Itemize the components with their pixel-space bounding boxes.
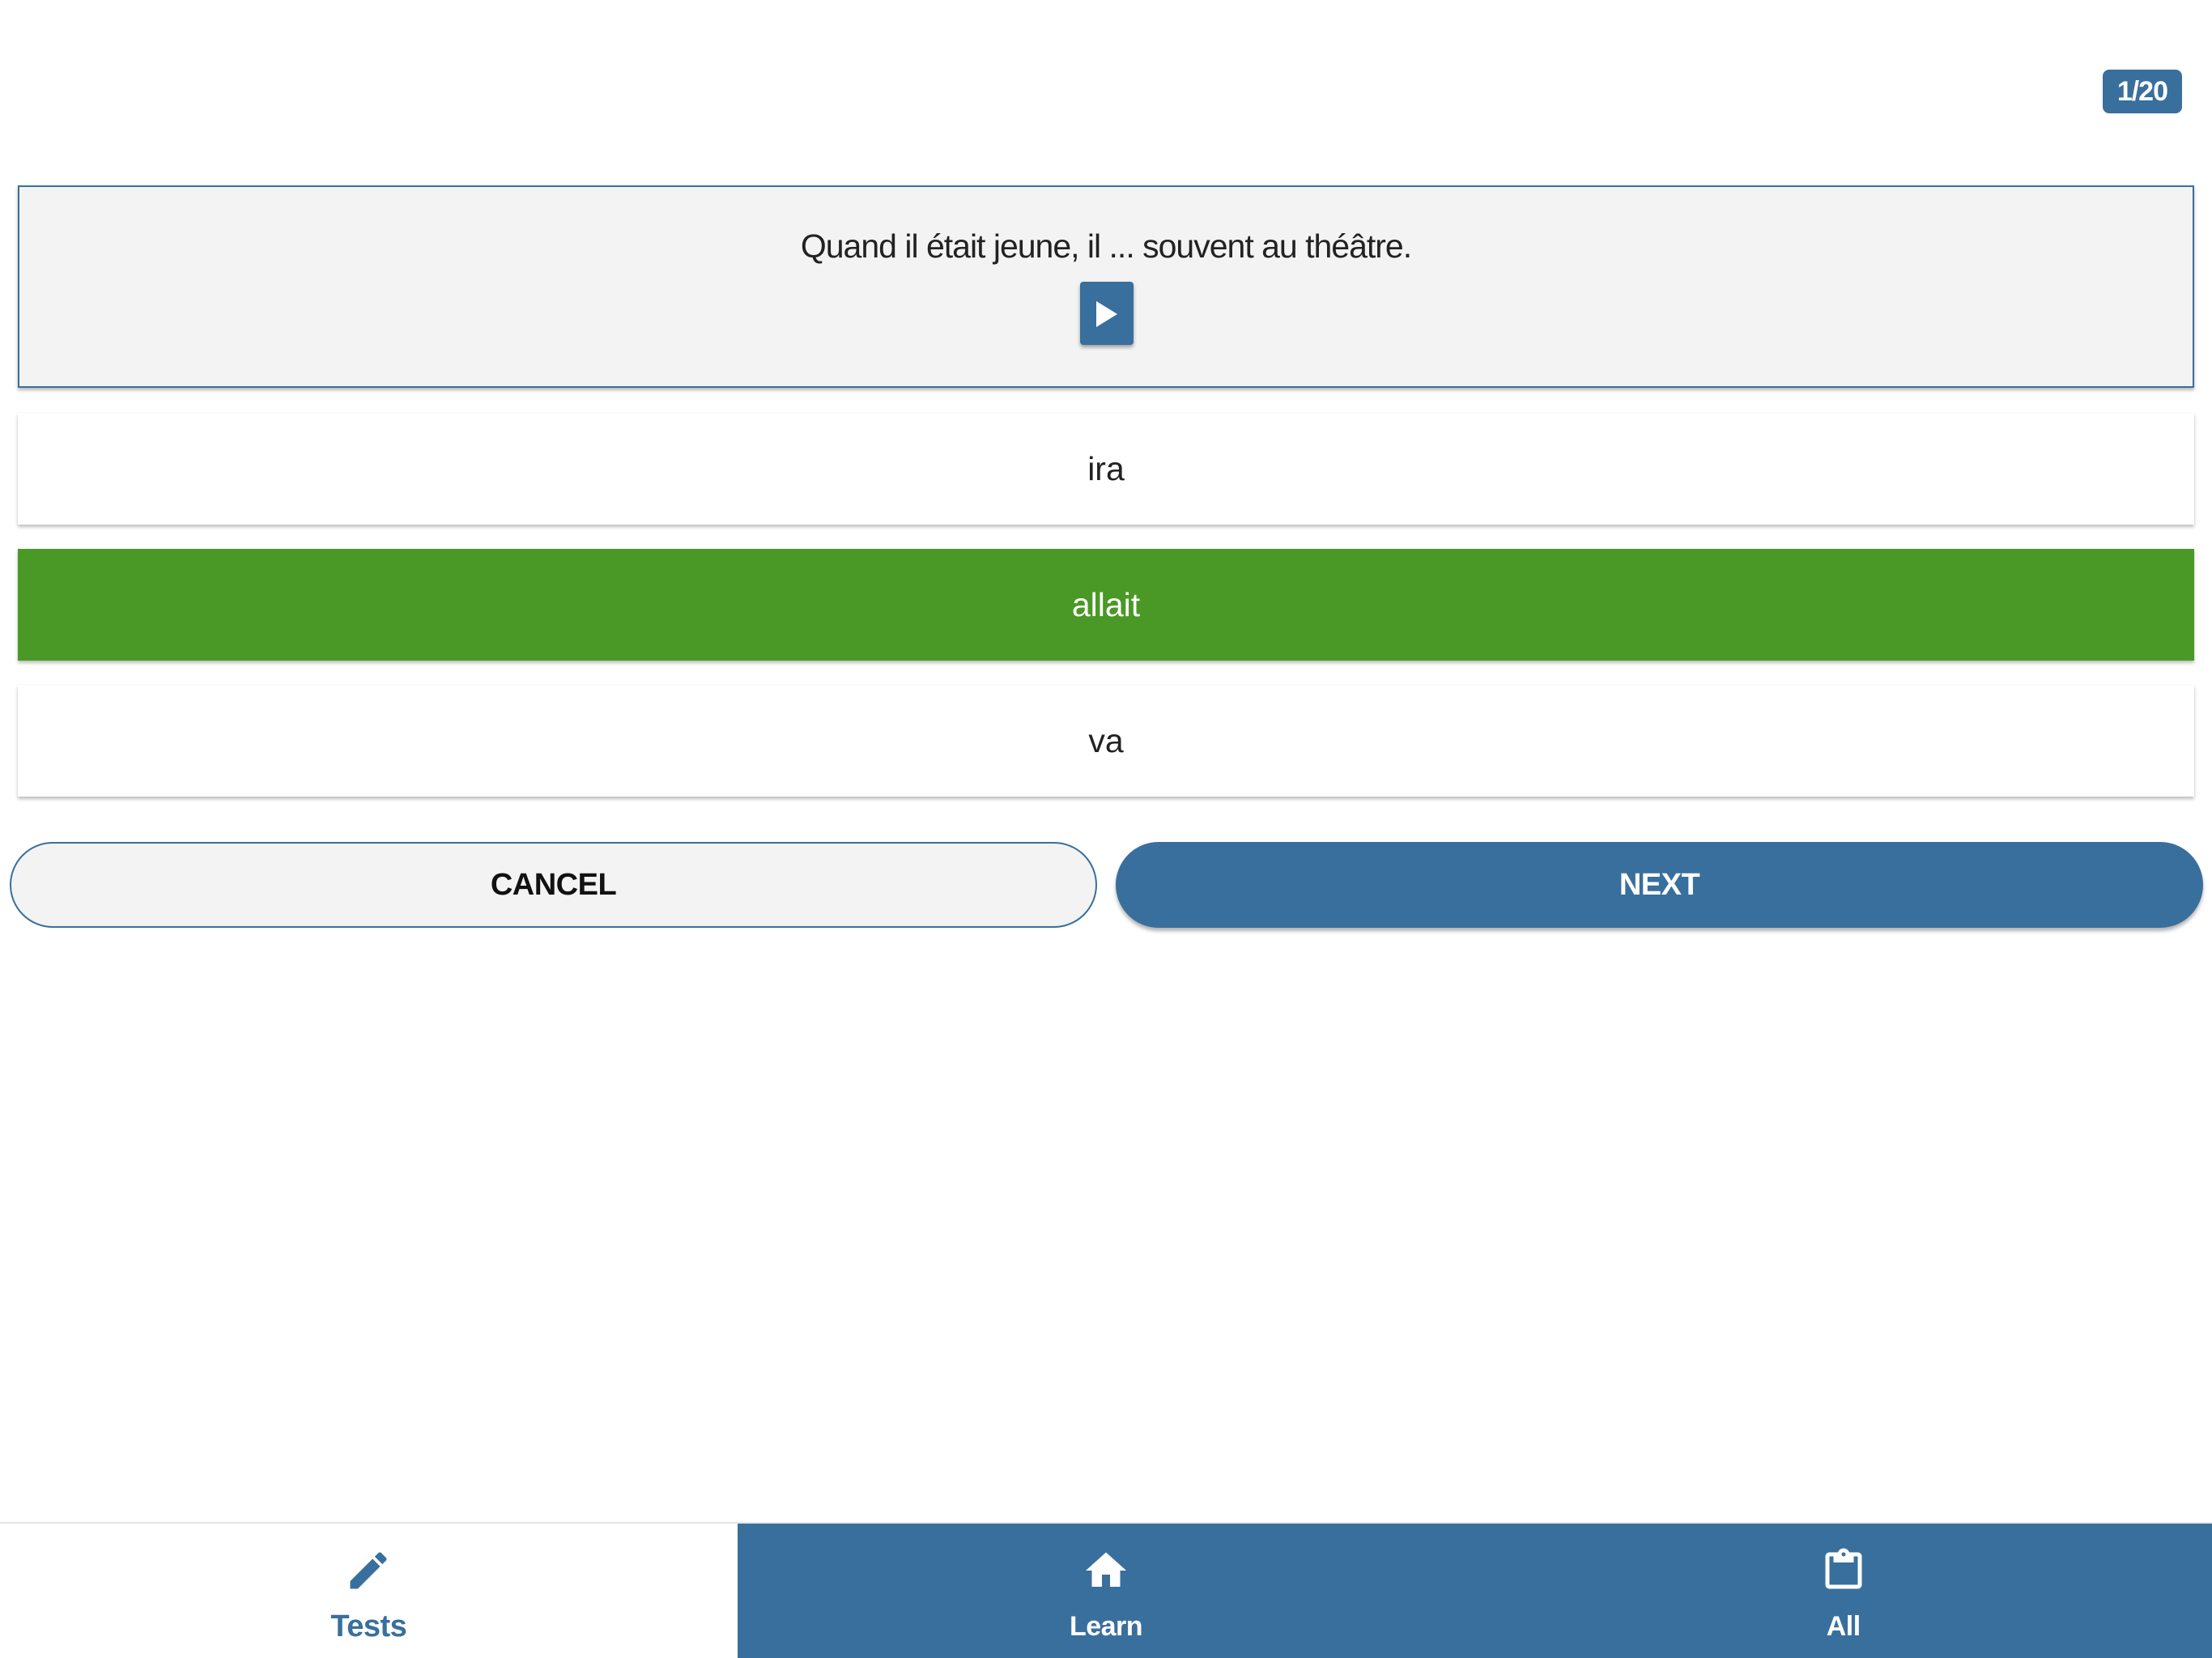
quiz-screen: 1/20 Quand il était jeune, il ... souven… (0, 0, 2212, 1658)
bottom-navigation: Tests Learn All (0, 1522, 2212, 1658)
tab-all[interactable]: All (1474, 1524, 2212, 1658)
home-icon (1086, 1552, 1126, 1587)
question-card: Quand il était jeune, il ... souvent au … (18, 185, 2194, 388)
tab-learn[interactable]: Learn (737, 1524, 1475, 1658)
cancel-button[interactable]: CANCEL (10, 842, 1097, 928)
answer-option-ira[interactable]: ira (18, 413, 2194, 525)
tab-tests[interactable]: Tests (0, 1524, 738, 1658)
question-text: Quand il était jeune, il ... souvent au … (800, 227, 1412, 265)
tab-all-label: All (1826, 1611, 1861, 1642)
tab-learn-label: Learn (1069, 1611, 1143, 1642)
answer-option-va[interactable]: va (18, 685, 2194, 797)
pencil-icon (350, 1552, 387, 1589)
next-button[interactable]: NEXT (1116, 842, 2203, 928)
progress-badge: 1/20 (2102, 70, 2182, 113)
play-icon (1096, 301, 1117, 327)
tab-tests-label: Tests (330, 1609, 407, 1643)
answer-option-allait[interactable]: allait (18, 549, 2194, 661)
clipboard-icon (1825, 1548, 1862, 1589)
play-audio-button[interactable] (1080, 282, 1134, 345)
